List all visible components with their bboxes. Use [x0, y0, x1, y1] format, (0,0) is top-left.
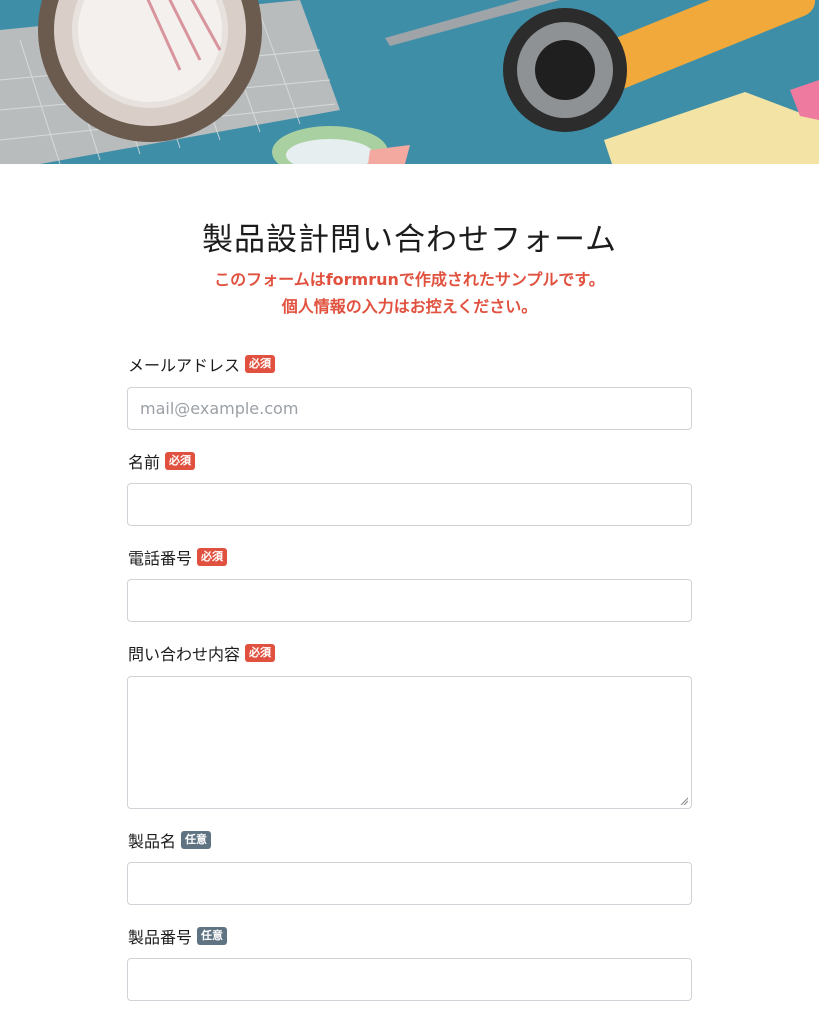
product-name-field[interactable] — [127, 862, 692, 905]
name-field[interactable] — [127, 483, 692, 526]
optional-badge: 任意 — [197, 927, 228, 945]
product-name-label-text: 製品名 — [128, 832, 177, 851]
hero-image — [0, 0, 819, 164]
optional-badge: 任意 — [181, 831, 212, 849]
sample-notice-line1: このフォームはformrunで作成されたサンプルです。 — [214, 270, 605, 289]
required-badge: 必須 — [165, 452, 196, 470]
phone-field[interactable] — [127, 579, 692, 622]
inquiry-textarea[interactable] — [127, 676, 692, 809]
email-label: メールアドレス 必須 — [128, 352, 276, 376]
required-badge: 必須 — [197, 548, 228, 566]
name-label-text: 名前 — [128, 453, 161, 472]
required-badge: 必須 — [245, 355, 276, 373]
inquiry-label-text: 問い合わせ内容 — [128, 645, 241, 664]
email-field[interactable]: mail@example.com — [127, 387, 692, 430]
sample-notice-line2: 個人情報の入力はお控えください。 — [281, 297, 538, 316]
product-number-label-text: 製品番号 — [128, 928, 193, 947]
inquiry-label: 問い合わせ内容 必須 — [128, 641, 276, 665]
product-number-label: 製品番号 任意 — [128, 924, 228, 948]
form-title: 製品設計問い合わせフォーム — [201, 222, 618, 258]
email-placeholder: mail@example.com — [140, 399, 299, 418]
phone-label: 電話番号 必須 — [128, 545, 228, 569]
name-label: 名前 必須 — [128, 449, 196, 473]
product-number-field[interactable] — [127, 958, 692, 1001]
required-badge: 必須 — [245, 644, 276, 662]
phone-label-text: 電話番号 — [128, 549, 193, 568]
product-name-label: 製品名 任意 — [128, 828, 212, 852]
resize-handle-icon[interactable] — [680, 797, 688, 805]
email-label-text: メールアドレス — [128, 356, 241, 375]
